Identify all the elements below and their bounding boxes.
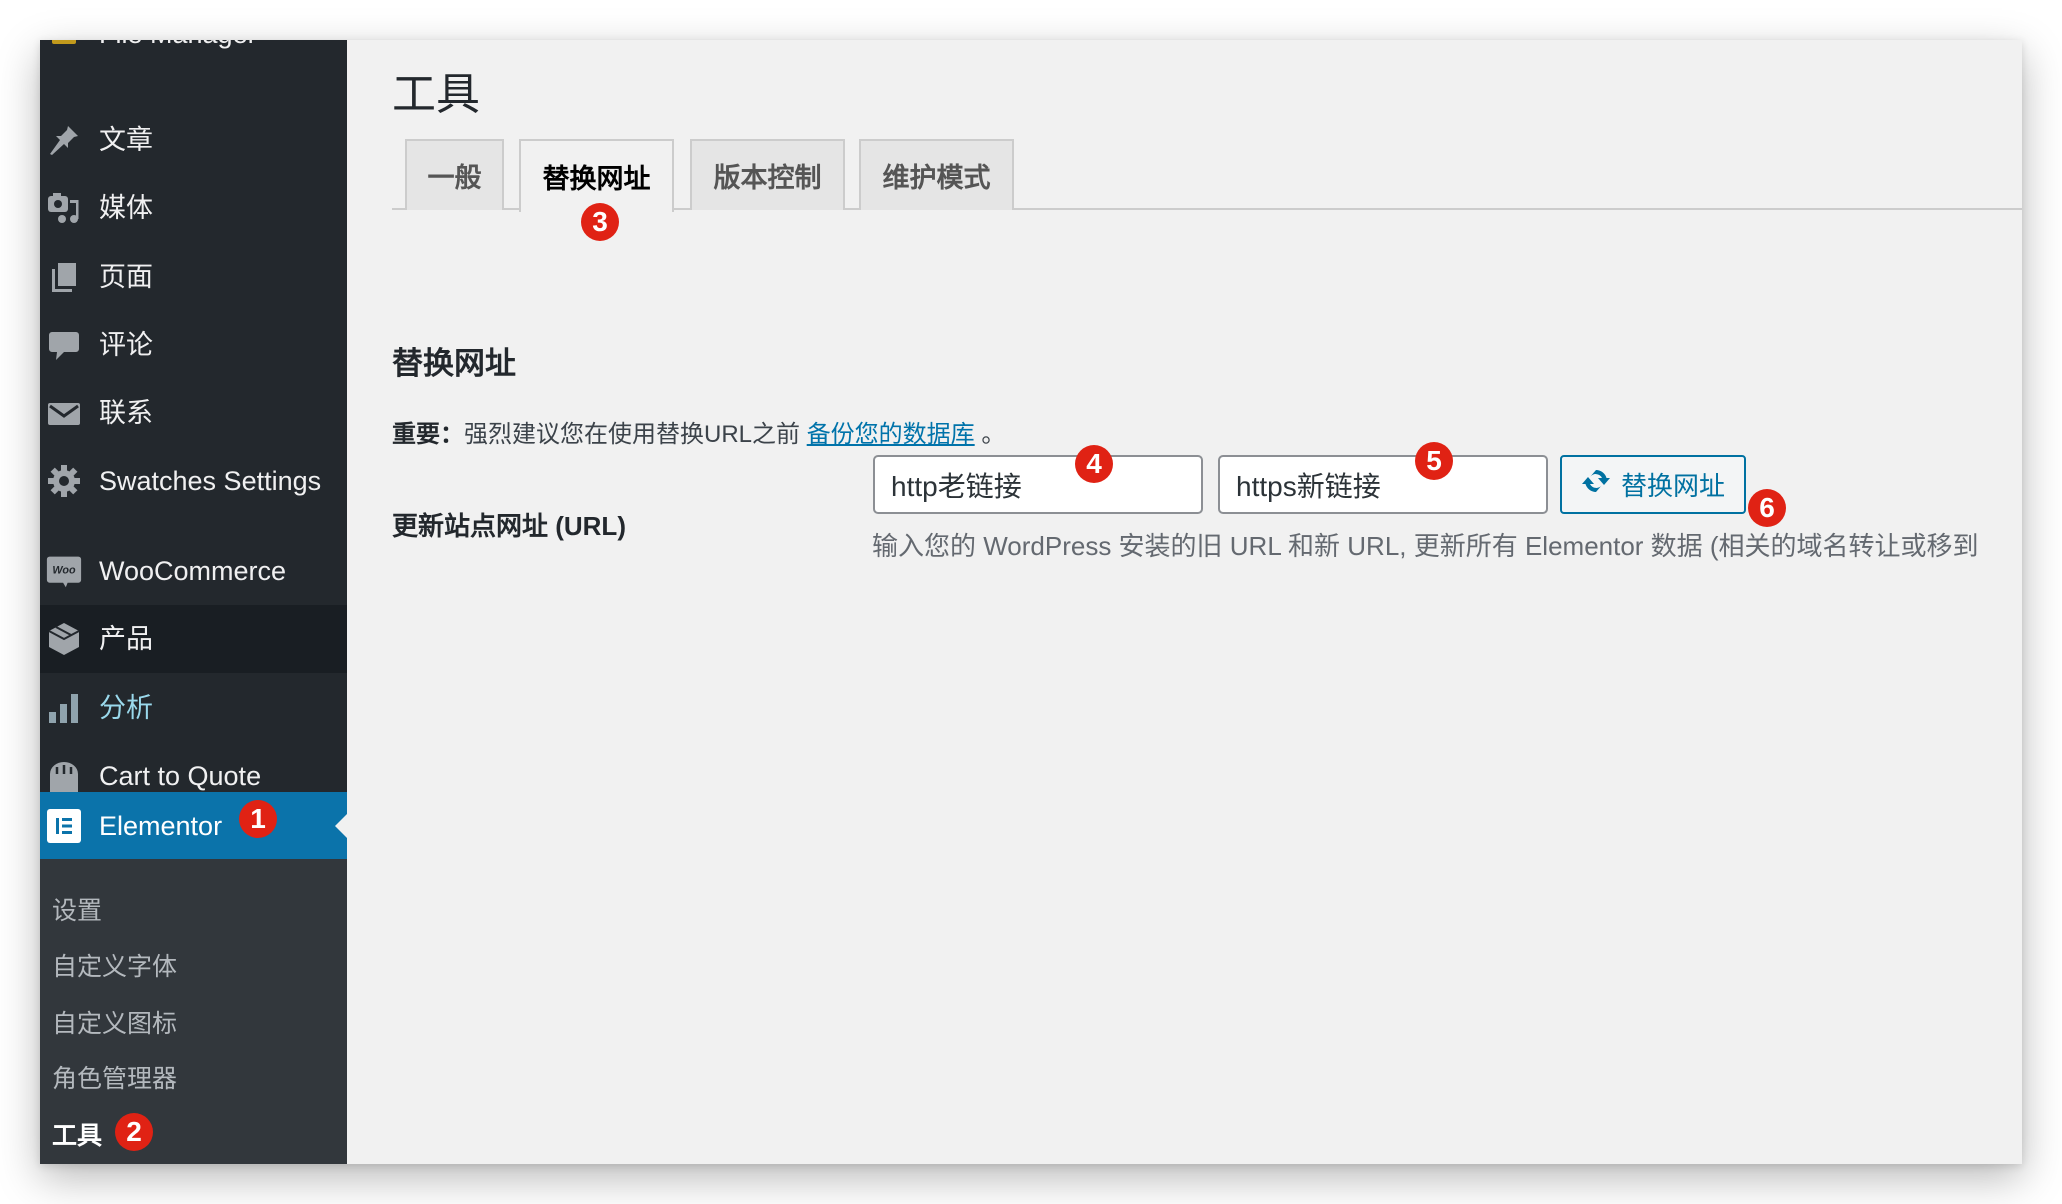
section-title: 替换网址 — [392, 346, 516, 381]
sidebar-item-analytics[interactable]: 分析 — [40, 674, 347, 742]
step-badge-5: 5 — [1415, 442, 1453, 480]
elementor-submenu: 设置 自定义字体 自定义图标 角色管理器 工具 2 — [40, 859, 347, 1164]
replace-url-description: 输入您的 WordPress 安装的旧 URL 和新 URL, 更新所有 Ele… — [872, 531, 1979, 561]
replace-url-button[interactable]: 替换网址 — [1560, 455, 1746, 514]
sidebar-item-media[interactable]: 媒体 — [40, 174, 347, 242]
tab-replace-url[interactable]: 替换网址 — [519, 139, 674, 212]
admin-sidebar: File Manager 文章 媒体 页面 评论 — [40, 40, 347, 1164]
refresh-icon — [1581, 466, 1611, 503]
notice-important: 重要： — [392, 421, 464, 448]
pages-icon — [44, 257, 84, 297]
step-badge-1: 1 — [239, 800, 277, 838]
submenu-item-custom-fonts[interactable]: 自定义字体 — [52, 947, 177, 983]
tab-general[interactable]: 一般 — [405, 139, 504, 210]
backup-notice: 重要：强烈建议您在使用替换URL之前 备份您的数据库 。 — [392, 414, 1005, 449]
notice-suffix: 。 — [974, 421, 1006, 448]
submenu-item-custom-icons[interactable]: 自定义图标 — [52, 1004, 177, 1040]
step-badge-2: 2 — [115, 1113, 153, 1151]
tab-maintenance-mode[interactable]: 维护模式 — [859, 139, 1014, 210]
sidebar-item-pages[interactable]: 页面 — [40, 243, 347, 311]
submenu-item-role-manager[interactable]: 角色管理器 — [52, 1059, 177, 1095]
submenu-item-tools[interactable]: 工具 — [52, 1116, 102, 1152]
comment-icon — [44, 325, 84, 365]
old-url-input[interactable] — [873, 455, 1203, 514]
pin-icon — [44, 120, 84, 160]
step-badge-3: 3 — [581, 203, 619, 241]
backup-database-link[interactable]: 备份您的数据库 — [807, 421, 975, 448]
new-url-input[interactable] — [1218, 455, 1548, 514]
update-site-url-label: 更新站点网址 (URL) — [392, 511, 626, 541]
step-badge-6: 6 — [1748, 489, 1786, 527]
step-badge-4: 4 — [1075, 445, 1113, 483]
sidebar-item-swatches-settings[interactable]: Swatches Settings — [40, 447, 347, 515]
notice-text: 强烈建议您在使用替换URL之前 — [464, 421, 807, 448]
woo-icon: Woo — [44, 551, 84, 591]
submenu-item-settings[interactable]: 设置 — [52, 891, 102, 927]
mail-icon — [44, 393, 84, 433]
media-icon — [44, 188, 84, 228]
browser-window: File Manager 文章 媒体 页面 评论 — [40, 40, 2022, 1164]
sidebar-item-woocommerce[interactable]: Woo WooCommerce — [40, 537, 347, 605]
replace-url-button-label: 替换网址 — [1620, 471, 1725, 501]
box-icon — [44, 619, 84, 659]
sidebar-item-contact[interactable]: 联系 — [40, 379, 347, 447]
page-title: 工具 — [392, 70, 480, 119]
current-menu-arrow — [335, 813, 347, 838]
sidebar-item-file-manager[interactable]: File Manager — [40, 40, 347, 68]
svg-text:Woo: Woo — [52, 565, 76, 577]
sidebar-item-products[interactable]: 产品 — [40, 605, 347, 673]
main-content: 工具 一般 替换网址 版本控制 维护模式 3 替换网址 重要：强烈建议您在使用替… — [347, 40, 2022, 1164]
bag-icon — [44, 756, 84, 796]
tab-version-control[interactable]: 版本控制 — [690, 139, 845, 210]
sidebar-item-comments[interactable]: 评论 — [40, 311, 347, 379]
bar-chart-icon — [44, 688, 84, 728]
gear-icon — [44, 461, 84, 501]
folder-icon — [44, 40, 84, 54]
elementor-icon — [44, 806, 84, 846]
sidebar-item-elementor[interactable]: Elementor 1 — [40, 792, 347, 859]
sidebar-item-posts[interactable]: 文章 — [40, 106, 347, 174]
